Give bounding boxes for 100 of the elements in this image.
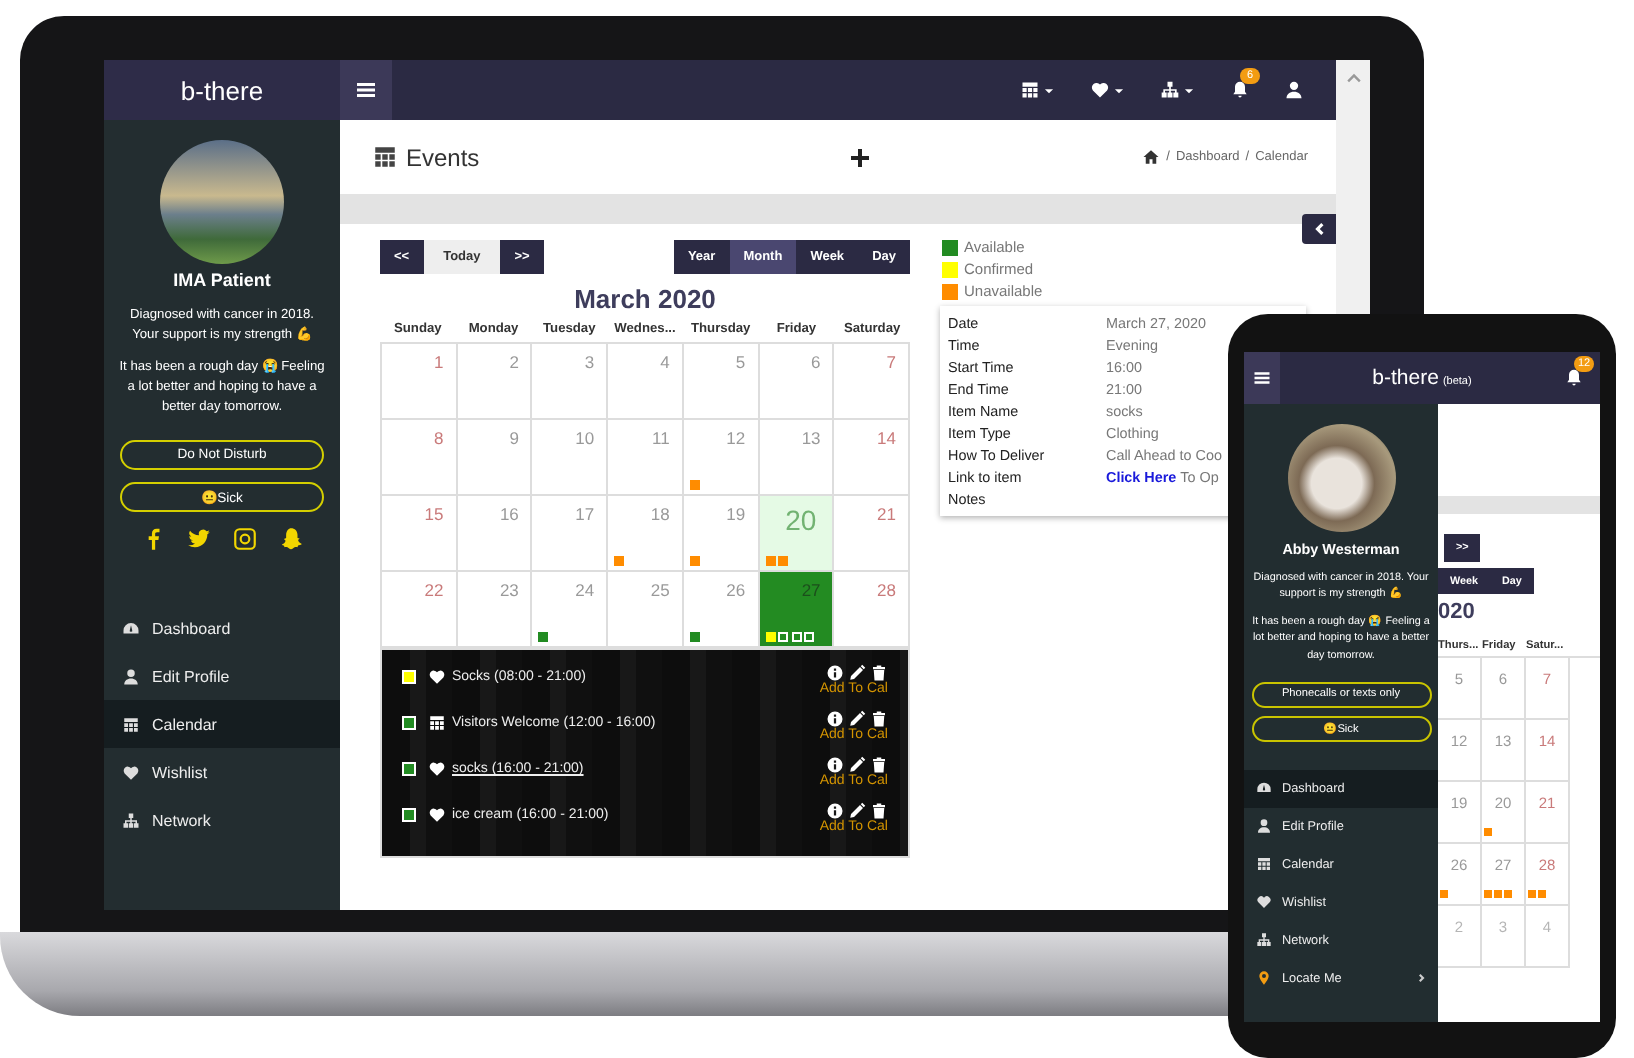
- person-icon: [122, 667, 140, 686]
- day-cell[interactable]: 6: [759, 344, 835, 420]
- calendar-icon: [1256, 856, 1272, 873]
- day-number: 18: [650, 504, 672, 524]
- gauge-icon: [1256, 780, 1272, 797]
- nav-label: Dashboard: [152, 619, 231, 638]
- day-cell[interactable]: 27: [759, 572, 835, 648]
- day-cell[interactable]: 17: [532, 496, 609, 572]
- pencil-icon[interactable]: [848, 802, 866, 820]
- day-number: 15: [424, 504, 446, 524]
- person-icon[interactable]: [1284, 80, 1304, 100]
- bell-icon[interactable]: [1564, 368, 1584, 388]
- day-cell[interactable]: 12: [683, 420, 760, 496]
- month-title: 020: [1438, 600, 1477, 624]
- brand-title[interactable]: b-there: [104, 60, 340, 120]
- day-cell[interactable]: 7: [834, 344, 910, 420]
- caret-icon[interactable]: [1042, 83, 1056, 97]
- caret-icon[interactable]: [1112, 83, 1126, 97]
- sitemap-icon: [122, 811, 140, 830]
- day-number: 10: [575, 428, 597, 448]
- info-icon[interactable]: [826, 756, 844, 774]
- gauge-icon: [122, 619, 140, 638]
- chevron-left-icon: [1310, 220, 1328, 238]
- menu-button[interactable]: [1244, 352, 1280, 404]
- day-number: 2: [509, 352, 521, 372]
- heart-icon[interactable]: [1090, 80, 1110, 100]
- scrollbar[interactable]: [1336, 60, 1370, 314]
- day-cell[interactable]: 5: [683, 344, 760, 420]
- menu-icon: [1252, 368, 1272, 388]
- nav-item[interactable]: Network: [104, 796, 340, 845]
- day-number: 20: [785, 504, 819, 536]
- nav-item[interactable]: Edit Profile: [104, 652, 340, 701]
- brand-title[interactable]: b-there: [1372, 366, 1439, 390]
- day-cell[interactable]: 9: [457, 420, 533, 496]
- heart-icon: [428, 760, 446, 778]
- info-icon[interactable]: [826, 664, 844, 682]
- month-title: March 2020: [572, 284, 718, 314]
- collapse-button[interactable]: [1302, 214, 1336, 244]
- sitemap-icon[interactable]: [1160, 80, 1180, 100]
- day-cell[interactable]: 4: [608, 344, 684, 420]
- day-cell[interactable]: 16: [457, 496, 533, 572]
- chevron-right-icon: [1416, 972, 1428, 985]
- day-cell[interactable]: 15: [382, 496, 458, 572]
- day-cell[interactable]: 1: [382, 344, 458, 420]
- day-number: 6: [811, 352, 823, 372]
- day-cell[interactable]: 11: [608, 420, 684, 496]
- info-icon[interactable]: [826, 710, 844, 728]
- day-cell[interactable]: 8: [382, 420, 458, 496]
- day-cell[interactable]: 14: [834, 420, 910, 496]
- day-number: 11: [652, 428, 672, 448]
- day-number: 23: [499, 580, 521, 600]
- twitter-icon[interactable]: [186, 526, 212, 553]
- calendar-icon[interactable]: [1020, 80, 1040, 100]
- pencil-icon[interactable]: [848, 664, 866, 682]
- trash-icon[interactable]: [870, 802, 888, 820]
- day-number: 14: [877, 428, 898, 448]
- pencil-icon[interactable]: [848, 756, 866, 774]
- instagram-icon[interactable]: [232, 526, 258, 553]
- day-number: 7: [886, 352, 898, 372]
- ghost-icon[interactable]: [278, 526, 304, 553]
- day-cell[interactable]: 18: [608, 496, 684, 572]
- day-number: 12: [726, 428, 748, 448]
- pencil-icon[interactable]: [848, 710, 866, 728]
- day-cell[interactable]: 2: [457, 344, 533, 420]
- day-number: 24: [575, 580, 597, 600]
- trash-icon[interactable]: [870, 756, 888, 774]
- trash-icon[interactable]: [870, 664, 888, 682]
- day-number: 19: [726, 504, 748, 524]
- sitemap-icon: [1256, 932, 1272, 949]
- person-icon: [1256, 818, 1272, 835]
- day-cell[interactable]: 3: [532, 344, 609, 420]
- plus-icon[interactable]: [848, 145, 872, 169]
- menu-button[interactable]: [340, 60, 392, 120]
- home-icon[interactable]: [1142, 148, 1161, 166]
- day-cell[interactable]: 21: [834, 496, 910, 572]
- day-number: 27: [801, 580, 823, 600]
- photo-placeholder: [1287, 424, 1395, 532]
- info-icon[interactable]: [826, 802, 844, 820]
- nav-item[interactable]: Dashboard: [104, 604, 340, 653]
- calendar-icon: [372, 144, 398, 170]
- day-number: 21: [877, 504, 898, 524]
- day-number: 1: [433, 352, 446, 372]
- trash-icon[interactable]: [870, 710, 888, 728]
- nav-item[interactable]: Wishlist: [104, 748, 340, 797]
- heart-icon: [428, 806, 446, 824]
- calendar-icon: [428, 714, 446, 732]
- nav-label: Network: [152, 811, 211, 830]
- bell-icon[interactable]: [1230, 80, 1250, 100]
- day-cell[interactable]: 10: [532, 420, 609, 496]
- heart-icon: [428, 668, 446, 686]
- day-cell[interactable]: 20: [759, 496, 835, 572]
- nav-item[interactable]: Calendar: [104, 700, 340, 749]
- heart-icon: [1256, 894, 1272, 911]
- day-number: 9: [509, 428, 521, 448]
- day-number: 4: [660, 352, 672, 372]
- day-number: 5: [735, 352, 748, 372]
- profile-name: IMA Patient: [173, 270, 271, 290]
- caret-icon[interactable]: [1182, 83, 1196, 97]
- day-number: 16: [499, 504, 521, 524]
- nav-label: Calendar: [152, 715, 217, 734]
